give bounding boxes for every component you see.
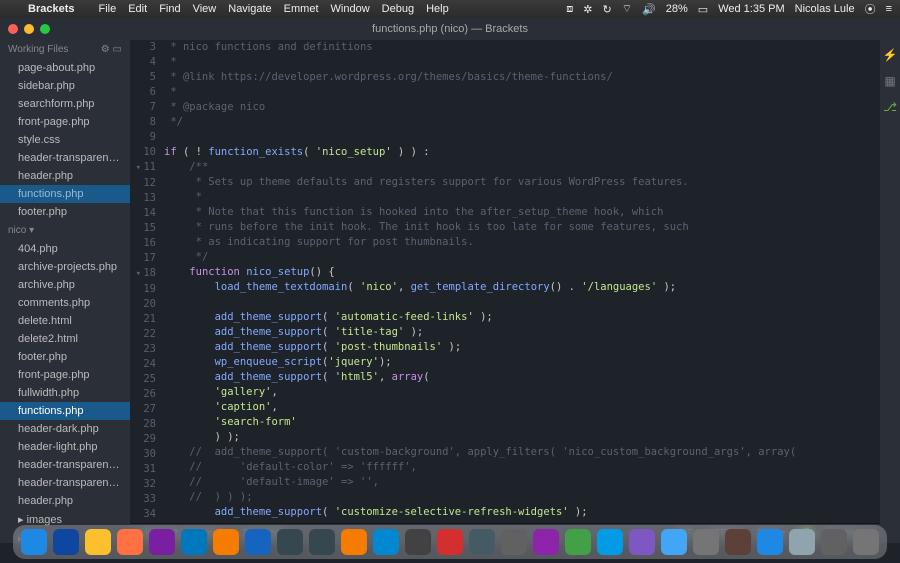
project-file-item[interactable]: header-dark.php [0, 420, 130, 438]
dock-app[interactable] [437, 529, 463, 555]
working-file-item[interactable]: header.php [0, 167, 130, 185]
menu-debug[interactable]: Debug [382, 3, 414, 15]
project-file-item[interactable]: header-transparent-light.php [0, 456, 130, 474]
project-file-item[interactable]: delete.html [0, 312, 130, 330]
dock-app[interactable] [309, 529, 335, 555]
zoom-button[interactable] [40, 24, 50, 34]
working-file-item[interactable]: header-transparent.php [0, 149, 130, 167]
dock-app[interactable] [117, 529, 143, 555]
clock[interactable]: Wed 1:35 PM [718, 3, 784, 15]
traffic-lights [0, 20, 58, 38]
volume-icon[interactable]: 🔊 [642, 3, 656, 16]
battery-icon[interactable]: ▭ [698, 3, 708, 16]
dock-app[interactable] [661, 529, 687, 555]
dock-app[interactable] [853, 529, 879, 555]
sync-icon[interactable]: ↻ [603, 3, 612, 16]
project-file-item[interactable]: fullwidth.php [0, 384, 130, 402]
project-file-item[interactable]: delete2.html [0, 330, 130, 348]
working-files-label: Working Files [8, 44, 68, 55]
working-file-item[interactable]: footer.php [0, 203, 130, 221]
dock-app[interactable] [53, 529, 79, 555]
working-file-item[interactable]: front-page.php [0, 113, 130, 131]
dock-app[interactable] [213, 529, 239, 555]
dock-app[interactable] [85, 529, 111, 555]
dropbox-icon[interactable]: ⧈ [566, 3, 573, 16]
dock-app[interactable] [277, 529, 303, 555]
dock-app[interactable] [629, 529, 655, 555]
dock-app[interactable] [565, 529, 591, 555]
dock-app[interactable] [373, 529, 399, 555]
dock-app[interactable] [757, 529, 783, 555]
minimize-button[interactable] [24, 24, 34, 34]
project-file-item[interactable]: functions.php [0, 402, 130, 420]
line-gutter: 345678910▾11121314151617▾181920212223242… [130, 40, 164, 523]
project-file-item[interactable]: header-light.php [0, 438, 130, 456]
menu-window[interactable]: Window [331, 3, 370, 15]
project-header[interactable]: nico ▾ [0, 221, 130, 240]
working-file-item[interactable]: page-about.php [0, 59, 130, 77]
menu-view[interactable]: View [193, 3, 217, 15]
project-file-item[interactable]: footer.php [0, 348, 130, 366]
dock-app[interactable] [149, 529, 175, 555]
menu-edit[interactable]: Edit [128, 3, 147, 15]
code-editor[interactable]: 345678910▾11121314151617▾181920212223242… [130, 40, 880, 523]
dock-app[interactable] [501, 529, 527, 555]
spotlight-icon[interactable]: ⦿ [865, 1, 876, 17]
dock-app[interactable] [21, 529, 47, 555]
project-file-item[interactable]: 404.php [0, 240, 130, 258]
code-area[interactable]: * nico functions and definitions * * @li… [164, 40, 880, 523]
dock-app[interactable] [341, 529, 367, 555]
working-file-item[interactable]: functions.php [0, 185, 130, 203]
live-preview-icon[interactable]: ⚡ [883, 48, 897, 62]
menu-find[interactable]: Find [159, 3, 180, 15]
menu-navigate[interactable]: Navigate [228, 3, 271, 15]
window-titlebar: functions.php (nico) — Brackets [0, 18, 900, 40]
git-icon[interactable]: ⎇ [883, 100, 897, 114]
project-file-item[interactable]: archive.php [0, 276, 130, 294]
working-file-item[interactable]: style.css [0, 131, 130, 149]
project-label: nico ▾ [8, 225, 34, 236]
dock-app[interactable] [405, 529, 431, 555]
project-file-item[interactable]: header.php [0, 492, 130, 510]
dock-app[interactable] [181, 529, 207, 555]
dock-app[interactable] [789, 529, 815, 555]
dock-app[interactable] [469, 529, 495, 555]
extensions-icon[interactable]: ▦ [883, 74, 897, 88]
user-name[interactable]: Nicolas Lule [795, 3, 855, 15]
dock-app[interactable] [245, 529, 271, 555]
dock-app[interactable] [693, 529, 719, 555]
macos-dock [13, 525, 887, 559]
battery-percent[interactable]: 28% [666, 3, 688, 15]
menu-help[interactable]: Help [426, 3, 449, 15]
gear-icon[interactable]: ⚙ ▭ [101, 44, 122, 55]
dock-app[interactable] [533, 529, 559, 555]
project-file-item[interactable]: comments.php [0, 294, 130, 312]
dock-app[interactable] [725, 529, 751, 555]
macos-menubar: Brackets File Edit Find View Navigate Emmet Wi… [0, 0, 900, 18]
evernote-icon[interactable]: ✲ [583, 3, 592, 16]
sidebar: Working Files ⚙ ▭ page-about.phpsidebar.… [0, 40, 130, 543]
menu-file[interactable]: File [98, 3, 116, 15]
dock-app[interactable] [821, 529, 847, 555]
project-file-item[interactable]: front-page.php [0, 366, 130, 384]
working-files-header[interactable]: Working Files ⚙ ▭ [0, 40, 130, 59]
window-title: functions.php (nico) — Brackets [372, 23, 528, 35]
working-file-item[interactable]: searchform.php [0, 95, 130, 113]
app-name[interactable]: Brackets [28, 3, 74, 15]
wifi-icon[interactable]: ⌔ [622, 2, 632, 16]
project-file-item[interactable]: header-transparent.php [0, 474, 130, 492]
right-toolbar: ⚡ ▦ ⎇ [880, 40, 900, 543]
notification-icon[interactable]: ≡ [886, 3, 892, 15]
project-file-item[interactable]: archive-projects.php [0, 258, 130, 276]
close-button[interactable] [8, 24, 18, 34]
working-file-item[interactable]: sidebar.php [0, 77, 130, 95]
menu-emmet[interactable]: Emmet [284, 3, 319, 15]
dock-app[interactable] [597, 529, 623, 555]
